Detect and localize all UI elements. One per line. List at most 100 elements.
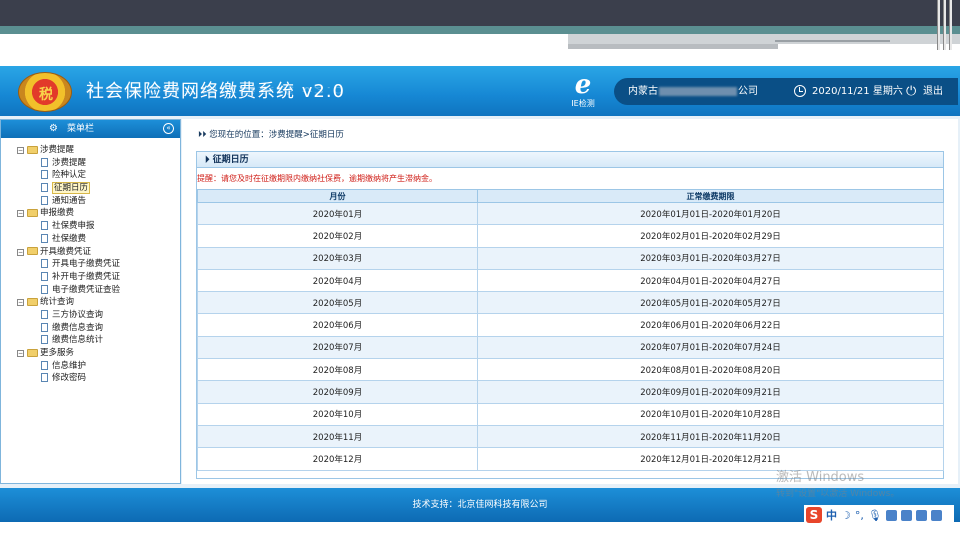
menu-group[interactable]: − 开具缴费凭证 [17, 246, 180, 259]
menu-item[interactable]: 电子缴费凭证查验 [17, 284, 180, 297]
menu-group[interactable]: − 统计查询 [17, 296, 180, 309]
decor-top-bar [0, 0, 960, 26]
document-icon [41, 284, 48, 294]
menu-item-label: 开具电子缴费凭证 [52, 259, 121, 270]
menu-item-label: 信息维护 [52, 360, 87, 371]
deadline-cell: 2020年11月01日-2020年11月20日 [477, 424, 944, 449]
deadline-cell: 2020年08月01日-2020年08月20日 [477, 358, 944, 382]
company-name: 内蒙古 公司 [628, 78, 758, 105]
menu-group[interactable]: − 更多服务 [17, 347, 180, 360]
document-icon [41, 259, 48, 269]
menu-item[interactable]: 缴费信息统计 [17, 334, 180, 347]
collapse-toggle-icon[interactable]: − [17, 248, 24, 256]
menu-item[interactable]: 社保费申报 [17, 220, 180, 233]
menu-item[interactable]: 涉费提醒 [17, 157, 180, 170]
decor-gray-bar [568, 34, 960, 44]
column-header-deadline: 正常缴费期限 [477, 189, 944, 203]
table-row: 2020年01月 2020年01月01日-2020年01月20日 [197, 201, 944, 226]
table-row: 2020年09月 2020年09月01日-2020年09月21日 [197, 380, 944, 404]
document-icon [41, 221, 48, 231]
collapse-toggle-icon[interactable]: − [17, 210, 24, 218]
month-cell: 2020年04月 [197, 268, 478, 293]
collapse-toggle-icon[interactable]: − [17, 350, 24, 357]
menu-item-label: 电子缴费凭证查验 [52, 284, 121, 295]
menu-item[interactable]: 通知通告 [17, 195, 180, 208]
windows-activation-watermark: 激活 Windows [776, 470, 865, 485]
app-window: 税 社会保险费网络缴费系统 v2.0 社会保险费网络缴费系统 v2.0 e IE… [0, 66, 960, 522]
menu-item[interactable]: 三方协议查询 [17, 309, 180, 322]
menu-item[interactable]: 险种认定 [17, 169, 180, 182]
deadline-cell: 2020年07月01日-2020年07月24日 [477, 335, 944, 360]
sogou-ime-icon[interactable]: S [806, 507, 822, 523]
moon-icon[interactable]: ☽ [841, 509, 851, 522]
document-icon [41, 233, 48, 243]
menu-item-label: 缴费信息查询 [52, 322, 104, 333]
keyboard-icon[interactable] [885, 509, 897, 521]
month-cell: 2020年05月 [197, 291, 478, 315]
ie-check-button[interactable]: e IE检测 [566, 71, 600, 113]
microphone-icon[interactable]: 🎙 [868, 509, 882, 522]
menu-item[interactable]: 信息维护 [17, 360, 180, 373]
logout-button[interactable]: 退出 [923, 78, 943, 105]
tax-emblem-icon: 税 [18, 72, 72, 112]
section-arrow-icon: ⏵ [205, 155, 213, 165]
document-icon [41, 195, 48, 205]
ime-toolbar[interactable]: S 中 ☽ °, 🎙 [804, 505, 954, 525]
menu-item[interactable]: 社保缴费 [17, 233, 180, 246]
table-row: 2020年11月 2020年11月01日-2020年11月20日 [197, 424, 944, 449]
menu-group-label: 统计查询 [40, 297, 75, 308]
breadcrumb-arrow-icon: ⏵⏵ [198, 130, 210, 140]
clock-icon [794, 85, 806, 97]
table-row: 2020年02月 2020年02月01日-2020年02月29日 [197, 224, 944, 248]
menu-title: 菜单栏 [67, 124, 95, 134]
calendar-section: ⏵ 征期日历 提醒：请您及时在征缴期限内缴纳社保费，逾期缴纳将产生滞纳金。 月份… [196, 151, 944, 479]
menu-item-label: 社保费申报 [52, 221, 95, 232]
menu-item-label: 通知通告 [52, 195, 87, 206]
month-cell: 2020年02月 [197, 224, 478, 248]
table-header-row: 月份 正常缴费期限 [197, 189, 944, 203]
decor-gray-bar-small [568, 44, 778, 49]
apps-grid-icon[interactable] [930, 509, 942, 521]
main-content: ⏵⏵ 您现在的位置：涉费提醒>征期日历 ⏵ 征期日历 提醒：请您及时在征缴期限内… [182, 119, 958, 484]
deadline-cell: 2020年02月01日-2020年02月29日 [477, 224, 944, 248]
document-icon [41, 373, 48, 383]
deadline-cell: 2020年04月01日-2020年04月27日 [477, 268, 944, 293]
app-header: 税 社会保险费网络缴费系统 v2.0 社会保险费网络缴费系统 v2.0 e IE… [0, 66, 960, 116]
emblem-text: 税 [39, 87, 53, 103]
document-icon [41, 335, 48, 345]
user-icon[interactable] [900, 509, 912, 521]
document-icon [41, 170, 48, 180]
document-icon [41, 360, 48, 370]
menu-item[interactable]: 修改密码 [17, 372, 180, 385]
table-row: 2020年06月 2020年06月01日-2020年06月22日 [197, 313, 944, 337]
folder-icon [27, 208, 38, 217]
power-icon[interactable]: ⏻ [906, 78, 916, 105]
table-row: 2020年10月 2020年10月01日-2020年10月28日 [197, 402, 944, 426]
menu-item[interactable]: 缴费信息查询 [17, 322, 180, 335]
menu-group[interactable]: − 申报缴费 [17, 207, 180, 220]
menu-item[interactable]: 征期日历 [17, 182, 180, 195]
menu-item[interactable]: 补开电子缴费凭证 [17, 271, 180, 284]
collapse-toggle-icon[interactable]: − [17, 147, 24, 154]
decor-line [775, 40, 890, 42]
sidebar: ⚙ 菜单栏 « − 涉费提醒 涉费提醒 险种认定 征期日历 通知通告 − 申报缴费 社保费申报社… [0, 119, 181, 484]
month-cell: 2020年09月 [197, 380, 478, 404]
collapse-toggle-icon[interactable]: − [17, 299, 24, 307]
month-cell: 2020年11月 [197, 424, 478, 449]
menu-group[interactable]: − 涉费提醒 [17, 144, 180, 157]
windows-activation-hint: 转到"设置"以激活 Windows。 [776, 489, 900, 499]
table-row: 2020年08月 2020年08月01日-2020年08月20日 [197, 358, 944, 382]
folder-icon [27, 247, 38, 255]
ie-check-label: IE检测 [571, 99, 595, 108]
ime-mode-toggle[interactable]: 中 [826, 507, 837, 523]
punctuation-icon[interactable]: °, [855, 509, 864, 522]
skin-icon[interactable] [915, 509, 927, 521]
section-header: ⏵ 征期日历 [197, 152, 943, 168]
month-cell: 2020年10月 [197, 402, 478, 426]
menu-item-label: 缴费信息统计 [52, 335, 104, 346]
collapse-sidebar-icon[interactable]: « [163, 123, 174, 134]
month-cell: 2020年06月 [197, 313, 478, 337]
deadline-cell: 2020年01月01日-2020年01月20日 [477, 201, 944, 226]
redacted-block [659, 86, 737, 96]
menu-item[interactable]: 开具电子缴费凭证 [17, 258, 180, 271]
